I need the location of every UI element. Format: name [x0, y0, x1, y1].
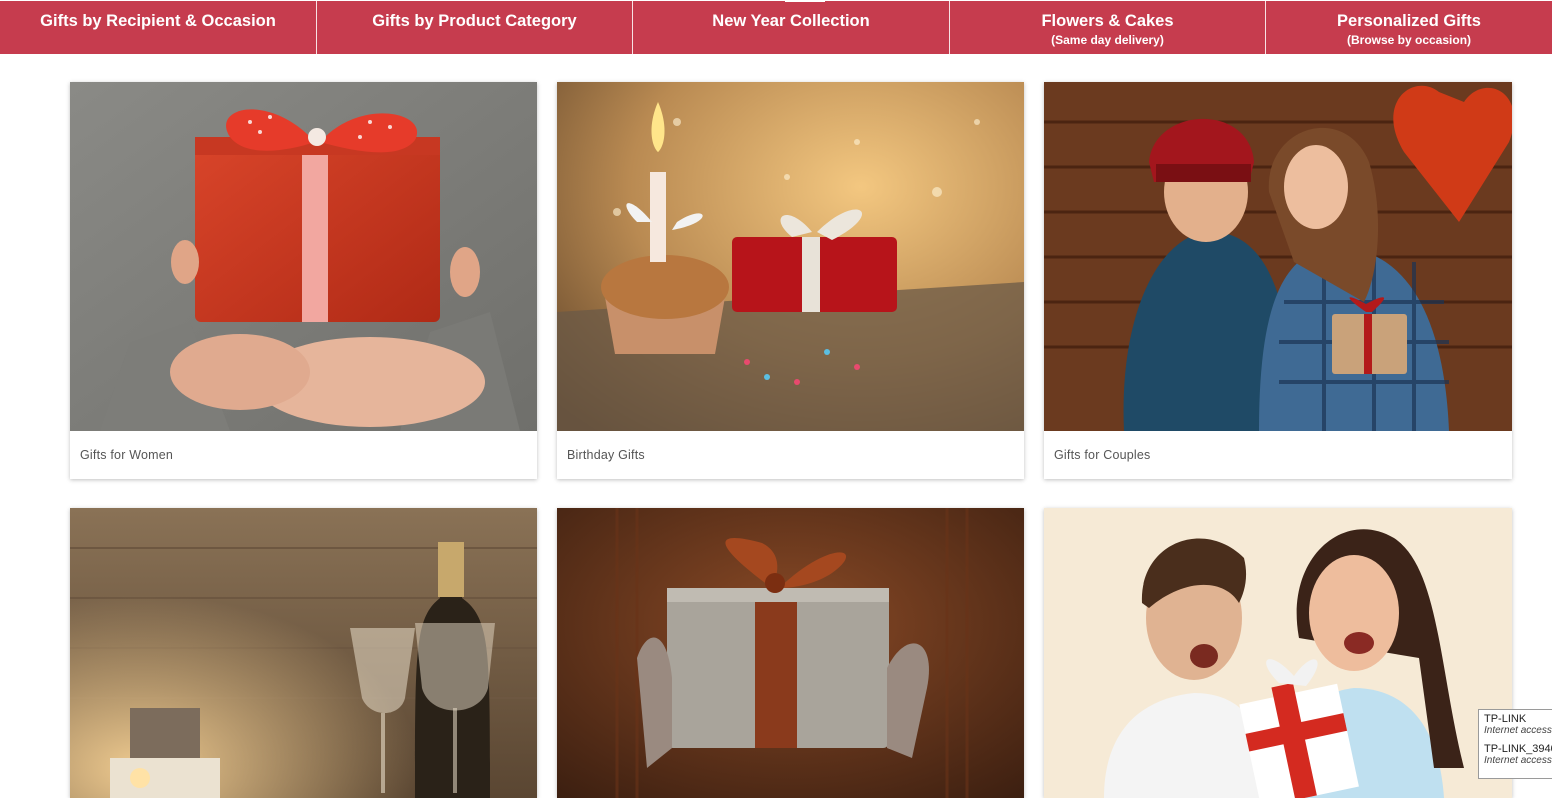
category-card-birthday-gifts[interactable]: Birthday Gifts	[557, 82, 1024, 479]
category-card-gifts-for-couples[interactable]: Gifts for Couples	[1044, 82, 1512, 479]
wifi-network-name: TP-LINK	[1484, 713, 1527, 725]
nav-item-product-category[interactable]: Gifts by Product Category	[317, 1, 633, 54]
nav-item-new-year[interactable]: New Year Collection	[633, 1, 950, 54]
nav-label: Personalized Gifts	[1337, 12, 1481, 30]
wifi-network-status: Internet access	[1484, 725, 1552, 736]
card-image-couple-gift	[1044, 82, 1512, 431]
nav-divider-mark	[785, 0, 825, 4]
nav-sublabel: (Same day delivery)	[1051, 33, 1164, 47]
nav-item-personalized[interactable]: Personalized Gifts (Browse by occasion)	[1266, 1, 1552, 54]
nav-item-recipient-occasion[interactable]: Gifts by Recipient & Occasion	[0, 1, 317, 54]
card-caption: Gifts for Couples	[1054, 448, 1151, 462]
wifi-network-name: TP-LINK_3940	[1484, 743, 1552, 755]
category-card-surprised-couple[interactable]	[1044, 508, 1512, 798]
wifi-networks-tooltip: TP-LINK Internet access TP-LINK_3940 Int…	[1478, 709, 1552, 779]
nav-label: Flowers & Cakes	[1041, 12, 1174, 30]
nav-label: New Year Collection	[712, 12, 870, 30]
card-caption: Birthday Gifts	[567, 448, 645, 462]
card-caption: Gifts for Women	[80, 448, 174, 462]
nav-label: Gifts by Recipient & Occasion	[40, 12, 276, 30]
card-image-surprised-couple	[1044, 508, 1512, 798]
card-image-champagne-glasses	[70, 508, 537, 798]
category-card-silver-gift[interactable]	[557, 508, 1024, 798]
category-card-gifts-for-women[interactable]: Gifts for Women	[70, 82, 537, 479]
card-image-cupcake-candle	[557, 82, 1024, 431]
nav-label: Gifts by Product Category	[372, 12, 577, 30]
category-card-champagne[interactable]	[70, 508, 537, 798]
nav-item-flowers-cakes[interactable]: Flowers & Cakes (Same day delivery)	[950, 1, 1266, 54]
wifi-network-status: Internet access	[1484, 755, 1552, 766]
category-nav: Gifts by Recipient & Occasion Gifts by P…	[0, 1, 1552, 54]
card-image-gift-box-hands	[70, 82, 537, 431]
card-image-silver-gift-box	[557, 508, 1024, 798]
nav-sublabel: (Browse by occasion)	[1346, 33, 1472, 47]
